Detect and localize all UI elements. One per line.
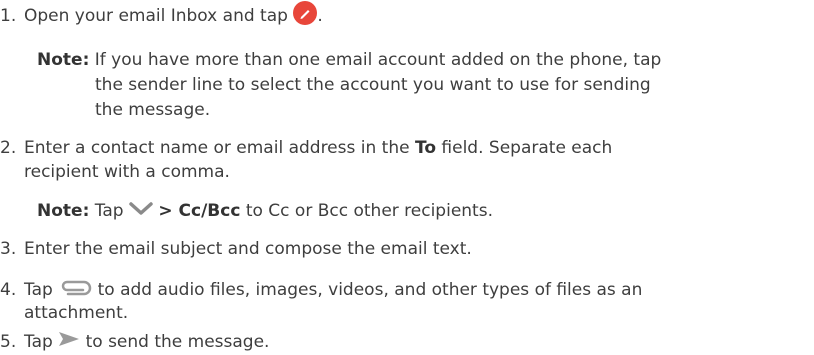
- send-icon: [58, 331, 80, 353]
- compose-icon: [293, 1, 318, 31]
- step-number: 4.: [0, 280, 17, 300]
- step-5: 5. Tap to send the message.: [0, 331, 270, 353]
- step-3: 3. Enter the email subject and compose th…: [0, 239, 472, 259]
- step-2-line-2: recipient with a comma.: [24, 162, 230, 182]
- chevron-down-icon: [129, 200, 153, 222]
- to-field-label: To: [414, 138, 437, 158]
- note-1-line-2: the sender line to select the account yo…: [95, 75, 651, 95]
- paperclip-icon: [58, 277, 92, 303]
- note-1-line-3: the message.: [95, 100, 211, 120]
- step-number: 5.: [0, 332, 17, 352]
- step-number: 2.: [0, 138, 17, 158]
- step-4: 4. Tap to add audio files, images, videos…: [0, 277, 642, 303]
- instructions-document: 1. Open your email Inbox and tap . Note: …: [0, 0, 814, 355]
- note-label: Note:: [37, 50, 90, 70]
- step-4-line-2: attachment.: [24, 303, 129, 323]
- step-1: 1. Open your email Inbox and tap .: [0, 1, 323, 31]
- note-2: Note: Tap > Cc/Bcc to Cc or Bcc other re…: [37, 200, 493, 222]
- note-1: Note: If you have more than one email ac…: [37, 50, 662, 70]
- step-number: 1.: [0, 6, 17, 26]
- step-number: 3.: [0, 239, 17, 259]
- step-2: 2. Enter a contact name or email address …: [0, 138, 613, 158]
- cc-bcc-label: > Cc/Bcc: [158, 201, 241, 221]
- step-text: Open your email Inbox and tap: [24, 6, 288, 26]
- note-label: Note:: [37, 201, 90, 221]
